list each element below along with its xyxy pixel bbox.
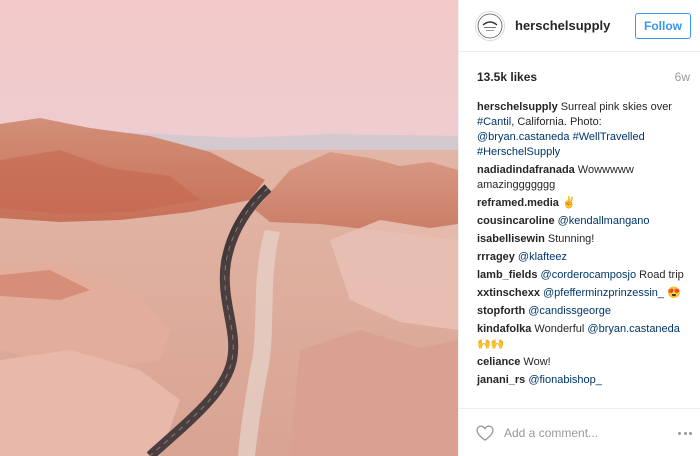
comment-item: janani_rs @fionabishop_ [477, 373, 692, 388]
comment-text: Road trip [636, 269, 684, 281]
post-age[interactable]: 6w [675, 70, 690, 84]
comment-item: herschelsupply Surreal pink skies over #C… [477, 100, 692, 160]
comment-item: celiance Wow! [477, 355, 692, 370]
comment-item: lamb_fields @corderocamposjo Road trip [477, 268, 692, 283]
comment-text: ✌️ [561, 197, 576, 209]
comment-link[interactable]: @kendallmangano [558, 215, 650, 227]
comment-username[interactable]: janani_rs [477, 374, 525, 386]
comment-text: 🙌🙌 [477, 338, 505, 350]
comment-link[interactable]: @bryan.castaneda [587, 323, 680, 335]
avatar[interactable] [475, 10, 505, 41]
post-header: herschelsupply Follow [459, 0, 700, 52]
comment-username[interactable]: xxtinschexx [477, 287, 540, 299]
add-comment-input[interactable] [504, 425, 674, 440]
comment-link[interactable]: #Cantil [477, 116, 511, 128]
comment-username[interactable]: kindafolka [477, 323, 531, 335]
comment-username[interactable]: reframed.media [477, 197, 559, 209]
desert-road-image [0, 0, 458, 456]
post-photo[interactable] [0, 0, 458, 456]
comment-item: nadiadindafranada Wowwwww amazinggggggg [477, 163, 692, 193]
comments-list: herschelsupply Surreal pink skies over #C… [477, 100, 692, 391]
comment-link[interactable]: @pfefferminzprinzessin_ [543, 287, 664, 299]
comment-username[interactable]: cousincaroline [477, 215, 555, 227]
comment-text: Surreal pink skies over [560, 101, 672, 113]
post-side-panel: herschelsupply Follow 13.5k likes 6w her… [458, 0, 700, 456]
comment-link[interactable]: @corderocamposjo [541, 269, 637, 281]
header-username[interactable]: herschelsupply [515, 18, 610, 33]
comment-username[interactable]: stopforth [477, 305, 525, 317]
comment-username[interactable]: rrragey [477, 251, 515, 263]
comment-link[interactable]: #HerschelSupply [477, 146, 560, 158]
comment-username[interactable]: isabellisewin [477, 233, 545, 245]
comment-username[interactable]: herschelsupply [477, 101, 558, 113]
comment-link[interactable]: @candissgeorge [528, 305, 611, 317]
comment-bar [459, 408, 700, 456]
comment-username[interactable]: celiance [477, 356, 520, 368]
comment-link[interactable]: @klafteez [518, 251, 567, 263]
comment-text: Wonderful [534, 323, 588, 335]
herschel-logo-icon [477, 13, 503, 38]
comment-link[interactable]: #WellTravelled [573, 131, 645, 143]
comment-username[interactable]: nadiadindafranada [477, 164, 575, 176]
more-options-icon[interactable] [678, 427, 692, 439]
post-stats: 13.5k likes 6w [477, 70, 690, 88]
comment-item: rrragey @klafteez [477, 250, 692, 265]
comment-item: reframed.media ✌️ [477, 196, 692, 211]
follow-button[interactable]: Follow [635, 13, 691, 39]
likes-count[interactable]: 13.5k likes [477, 70, 537, 84]
comment-item: stopforth @candissgeorge [477, 304, 692, 319]
comment-text: 😍 [664, 287, 681, 299]
comment-link[interactable]: @fionabishop_ [528, 374, 602, 386]
comment-link[interactable]: @bryan.castaneda [477, 131, 570, 143]
comment-item: kindafolka Wonderful @bryan.castaneda 🙌🙌 [477, 322, 692, 352]
comment-item: cousincaroline @kendallmangano [477, 214, 692, 229]
comment-item: xxtinschexx @pfefferminzprinzessin_ 😍 [477, 286, 692, 301]
comment-username[interactable]: lamb_fields [477, 269, 538, 281]
comment-text: , California. Photo: [511, 116, 602, 128]
comment-text: Stunning! [547, 233, 595, 245]
comment-text: Wow! [523, 356, 551, 368]
comment-item: isabellisewin Stunning! [477, 232, 692, 247]
heart-icon[interactable] [475, 423, 495, 443]
